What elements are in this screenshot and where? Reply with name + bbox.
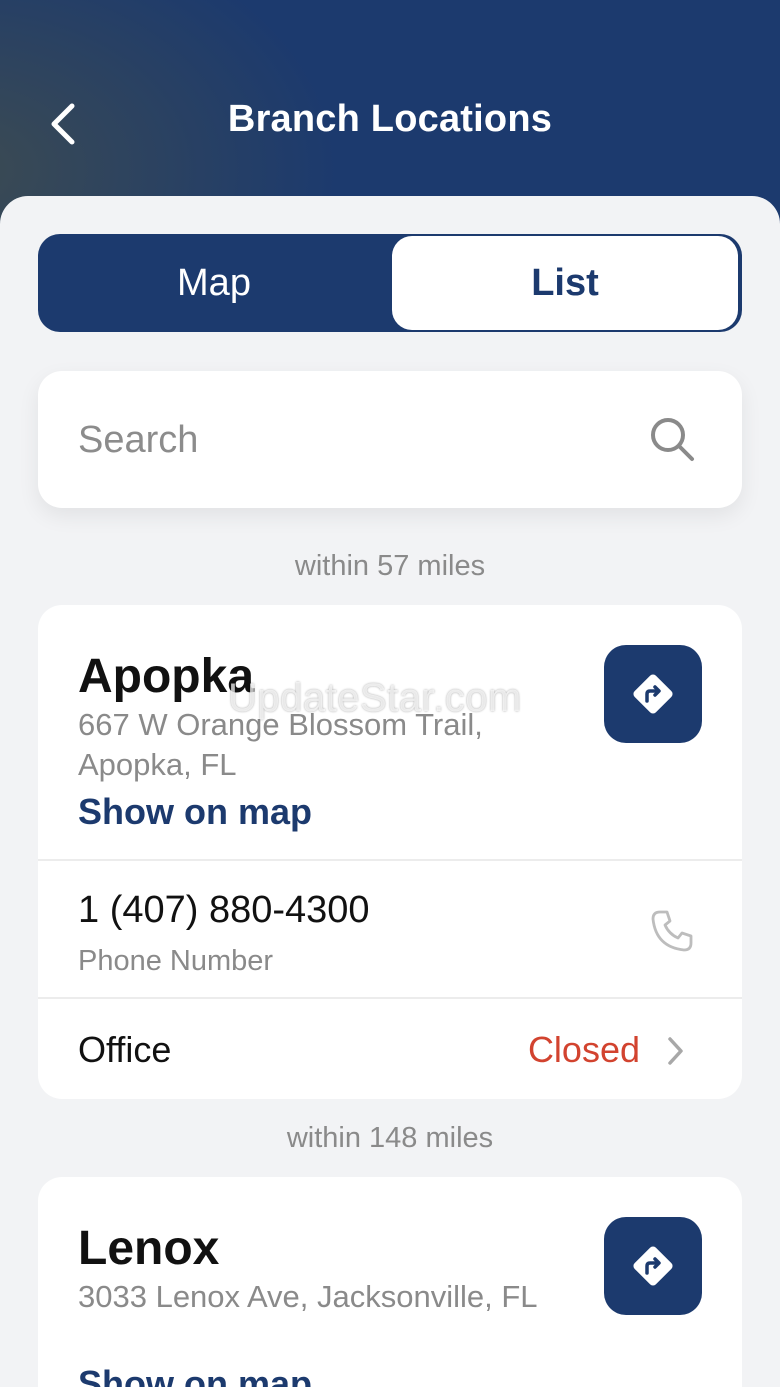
- search-input[interactable]: [78, 405, 638, 475]
- search-icon: [651, 418, 694, 461]
- directions-icon: [633, 674, 673, 714]
- branch-card: Apopka 667 W Orange Blossom Trail, Apopk…: [38, 605, 742, 1099]
- search-bar: [38, 371, 742, 508]
- directions-button[interactable]: [604, 1217, 702, 1315]
- call-button[interactable]: [644, 903, 700, 959]
- branch-card: Lenox 3033 Lenox Ave, Jacksonville, FL S…: [38, 1177, 742, 1387]
- show-on-map-link[interactable]: Show on map: [78, 791, 312, 833]
- divider: [38, 859, 742, 861]
- branch-name: Apopka: [78, 650, 255, 703]
- office-label: Office: [78, 1029, 172, 1070]
- distance-label: within 57 miles: [294, 550, 486, 582]
- directions-icon: [633, 1246, 673, 1286]
- view-toggle: Map List: [38, 234, 742, 332]
- office-hours-button[interactable]: [660, 1031, 690, 1071]
- chevron-right-icon: [668, 1037, 683, 1065]
- content-sheet: Map List within 57 miles Apopka 667 W Or…: [0, 196, 780, 1387]
- phone-icon: [651, 910, 693, 952]
- branch-address: 667 W Orange Blossom Trail, Apopka, FL: [78, 707, 483, 782]
- tab-list[interactable]: List: [392, 236, 738, 330]
- phone-number[interactable]: 1 (407) 880-4300: [78, 889, 370, 932]
- show-on-map-link[interactable]: Show on map: [78, 1363, 312, 1387]
- branch-name: Lenox: [78, 1222, 220, 1275]
- search-button[interactable]: [644, 411, 700, 467]
- phone-label: Phone Number: [78, 945, 274, 977]
- distance-label: within 148 miles: [286, 1122, 494, 1154]
- tab-map[interactable]: Map: [38, 234, 390, 332]
- directions-button[interactable]: [604, 645, 702, 743]
- divider: [38, 997, 742, 999]
- office-status[interactable]: Closed: [528, 1029, 640, 1071]
- page-title: Branch Locations: [227, 98, 553, 140]
- branch-address: 3033 Lenox Ave, Jacksonville, FL: [78, 1279, 538, 1314]
